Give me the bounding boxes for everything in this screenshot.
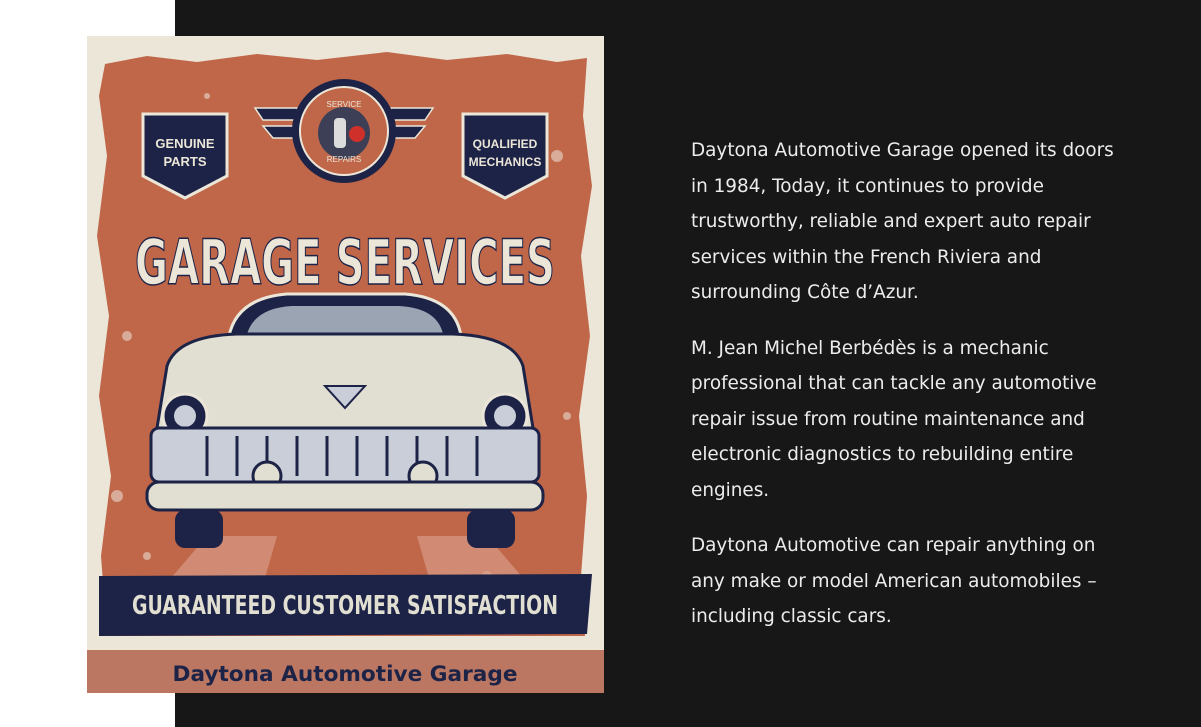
satisfaction-banner-text: GUARANTEED CUSTOMER SATISFACTION xyxy=(132,591,558,621)
about-text-section: Daytona Automotive Garage opened its doo… xyxy=(691,133,1131,655)
poster-artwork: GENUINE PARTS QUALIFIED MECHANICS SERVIC… xyxy=(87,52,604,693)
emblem-top-text: SERVICE xyxy=(327,100,362,109)
emblem-bottom-text: REPAIRS xyxy=(327,155,362,164)
spark-plug-icon xyxy=(334,118,346,148)
about-paragraph-mechanic: M. Jean Michel Berbédès is a mechanic pr… xyxy=(691,337,1097,501)
badge-left-line2: PARTS xyxy=(163,154,206,169)
garage-services-poster: GENUINE PARTS QUALIFIED MECHANICS SERVIC… xyxy=(87,36,604,693)
badge-right-line2: MECHANICS xyxy=(469,155,542,169)
badge-left-line1: GENUINE xyxy=(155,136,215,151)
about-paragraph-services: Daytona Automotive can repair anything o… xyxy=(691,535,1097,627)
poster-footer-title: Daytona Automotive Garage xyxy=(173,662,518,686)
emblem-red-cap-icon xyxy=(349,126,365,142)
badge-right-line1: QUALIFIED xyxy=(473,137,538,151)
about-paragraph-history: Daytona Automotive Garage opened its doo… xyxy=(691,140,1114,303)
poster-headline: GARAGE SERVICES xyxy=(135,226,555,299)
